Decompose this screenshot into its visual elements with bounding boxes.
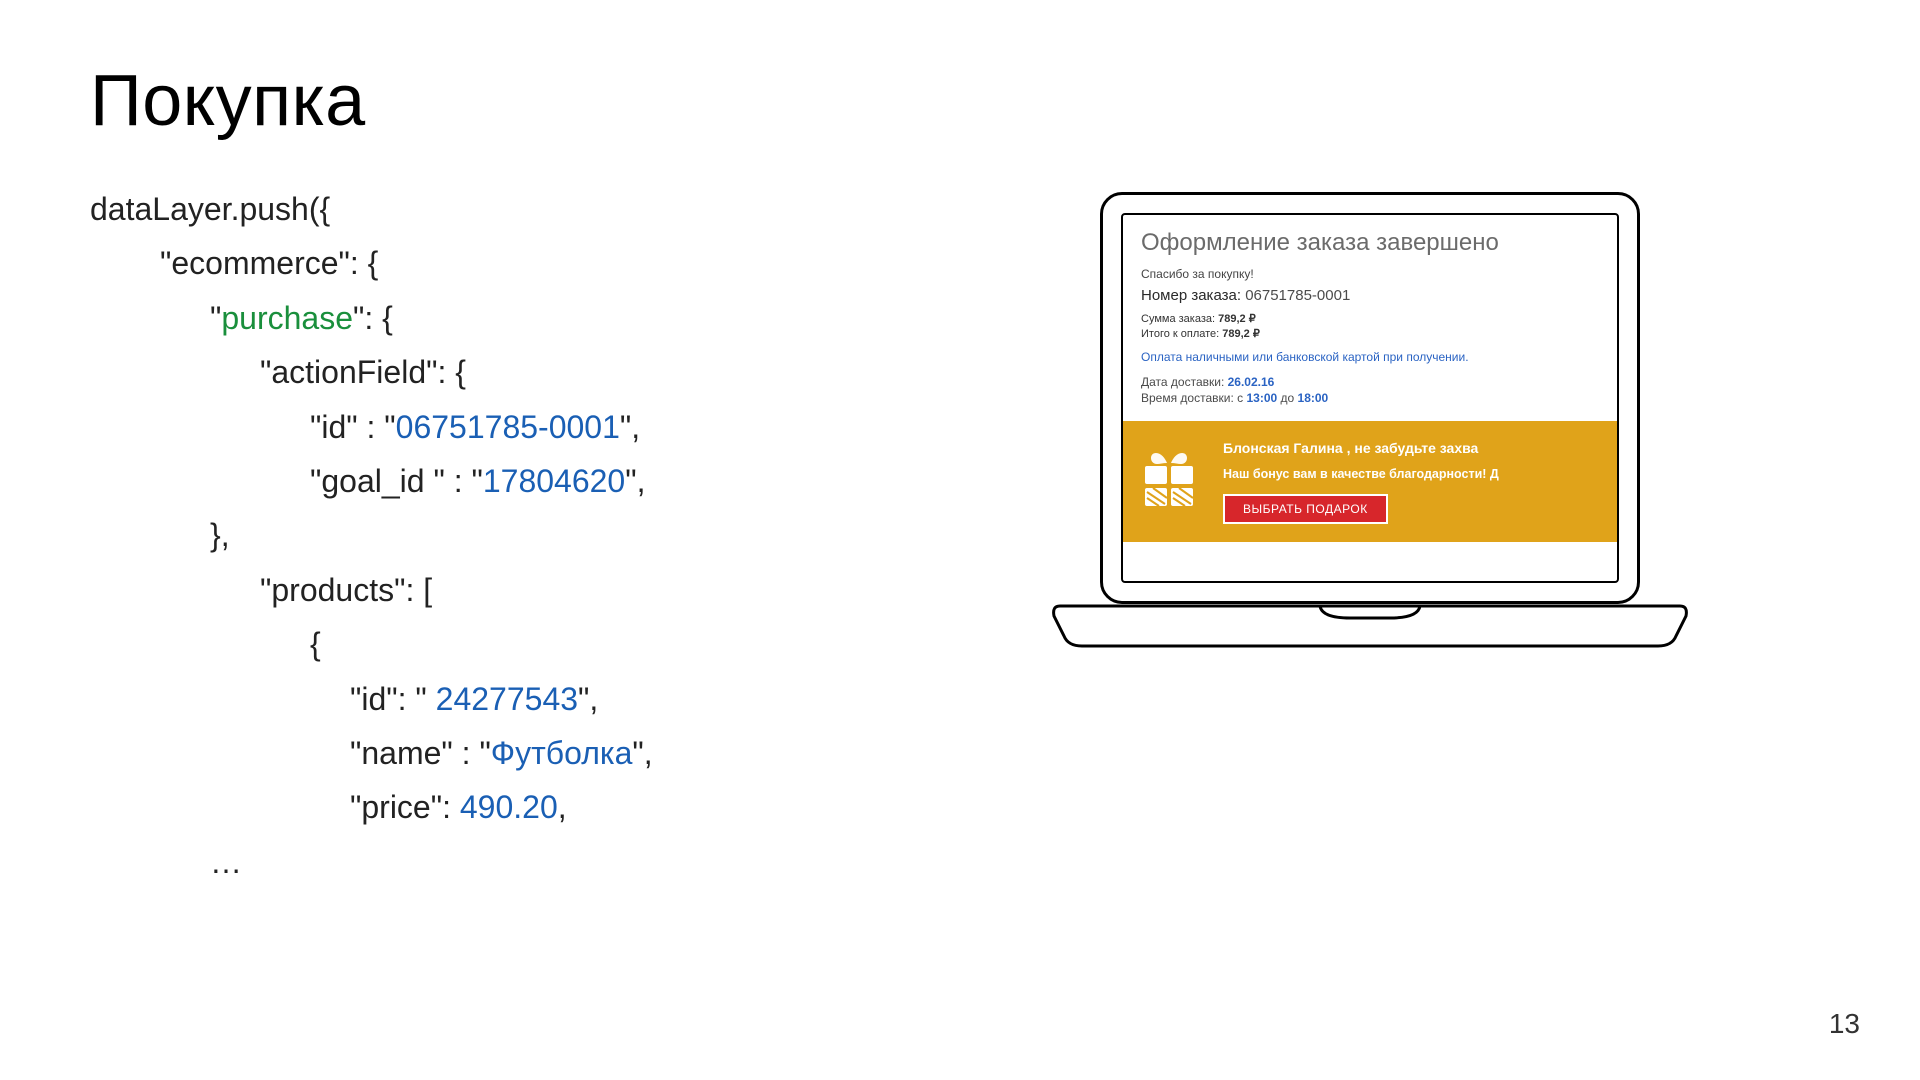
sum-label: Сумма заказа:	[1141, 313, 1218, 325]
code-line: …	[90, 835, 870, 889]
page-number: 13	[1829, 1008, 1860, 1040]
bonus-text: Блонская Галина , не забудьте захва Наш …	[1223, 437, 1499, 523]
content-row: dataLayer.push({ "ecommerce": { "purchas…	[90, 182, 1830, 889]
thanks-text: Спасибо за покупку!	[1141, 267, 1599, 281]
code-line: "price": 490.20,	[90, 780, 870, 834]
delivery-info: Дата доставки: 26.02.16 Время доставки: …	[1141, 374, 1599, 408]
code-line: "id": " 24277543",	[90, 672, 870, 726]
laptop-bezel: Оформление заказа завершено Спасибо за п…	[1100, 192, 1640, 604]
code-line: "actionField": {	[90, 345, 870, 399]
delivery-time-label: Время доставки: с	[1141, 391, 1246, 405]
code-line: "ecommerce": {	[90, 236, 870, 290]
choose-gift-button[interactable]: ВЫБРАТЬ ПОДАРОК	[1223, 494, 1388, 524]
order-number: Номер заказа: 06751785-0001	[1141, 287, 1599, 304]
bonus-line1: Блонская Галина , не забудьте захва	[1223, 437, 1499, 459]
sum-value: 789,2 ₽	[1218, 313, 1256, 325]
order-number-value: 06751785-0001	[1245, 287, 1350, 304]
delivery-date-label: Дата доставки:	[1141, 375, 1228, 389]
code-line: dataLayer.push({	[90, 182, 870, 236]
bonus-line2: Наш бонус вам в качестве благодарности! …	[1223, 464, 1499, 484]
code-value: 17804620	[483, 463, 625, 499]
order-sum: Сумма заказа: 789,2 ₽ Итого к оплате: 78…	[1141, 312, 1599, 342]
total-label: Итого к оплате:	[1141, 328, 1222, 340]
code-line: {	[90, 617, 870, 671]
code-value: 06751785-0001	[396, 409, 620, 445]
order-complete-panel: Оформление заказа завершено Спасибо за п…	[1121, 213, 1619, 583]
payment-info: Оплата наличными или банковской картой п…	[1141, 350, 1599, 364]
code-line: "name" : "Футболка",	[90, 726, 870, 780]
code-block: dataLayer.push({ "ecommerce": { "purchas…	[90, 182, 870, 889]
order-number-label: Номер заказа:	[1141, 287, 1245, 304]
code-value: 24277543	[436, 681, 578, 717]
bonus-banner: Блонская Галина , не забудьте захва Наш …	[1123, 421, 1617, 541]
code-line: "products": [	[90, 563, 870, 617]
laptop-frame: Оформление заказа завершено Спасибо за п…	[1100, 192, 1640, 640]
panel-title: Оформление заказа завершено	[1141, 229, 1599, 257]
code-line: "id" : "06751785-0001",	[90, 400, 870, 454]
code-line: },	[90, 508, 870, 562]
gift-icon	[1137, 448, 1201, 512]
code-value: Футболка	[491, 735, 633, 771]
delivery-time-to: 18:00	[1298, 391, 1329, 405]
total-value: 789,2 ₽	[1222, 328, 1260, 340]
slide: Покупка dataLayer.push({ "ecommerce": { …	[0, 0, 1920, 1080]
laptop-illustration: Оформление заказа завершено Спасибо за п…	[910, 182, 1830, 889]
code-keyword-purchase: purchase	[221, 300, 353, 336]
laptop-base	[1100, 602, 1640, 640]
delivery-date-value: 26.02.16	[1228, 375, 1275, 389]
code-line: "goal_id " : "17804620",	[90, 454, 870, 508]
slide-title: Покупка	[90, 60, 1830, 142]
code-value: 490.20	[460, 789, 558, 825]
code-line: "purchase": {	[90, 291, 870, 345]
delivery-time-from: 13:00	[1246, 391, 1277, 405]
